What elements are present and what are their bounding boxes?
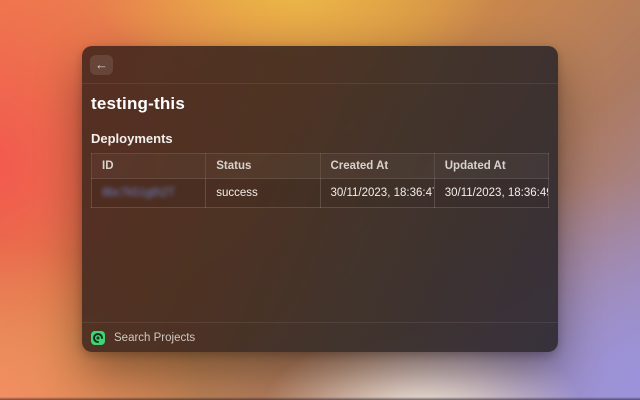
column-header-status: Status [206,154,320,179]
deployment-status-cell: success [206,179,320,208]
back-arrow-icon: ← [95,58,108,71]
deployment-id-cell: 8bc7k51gth2T [92,179,206,208]
window-footer: Search Projects [82,322,558,352]
green-spiral-app-icon [91,331,105,345]
page-title: testing-this [91,94,549,114]
deployment-created-at-cell: 30/11/2023, 18:36:47 [320,179,434,208]
deployment-updated-at-cell: 30/11/2023, 18:36:49 [434,179,548,208]
window-body: testing-this Deployments ID Status Creat… [82,84,558,322]
deployments-table: ID Status Created At Updated At 8bc7k51g… [91,153,549,208]
window-header: ← [82,46,558,84]
column-header-created-at: Created At [320,154,434,179]
column-header-updated-at: Updated At [434,154,548,179]
desktop-wallpaper: ← testing-this Deployments ID Status Cre… [0,0,640,400]
deployment-id-link[interactable]: 8bc7k51gth2T [102,187,175,199]
section-heading-deployments: Deployments [91,131,549,146]
footer-command-label: Search Projects [114,332,195,344]
table-row[interactable]: 8bc7k51gth2T success 30/11/2023, 18:36:4… [92,179,549,208]
back-button[interactable]: ← [90,55,113,75]
column-header-id: ID [92,154,206,179]
table-header-row: ID Status Created At Updated At [92,154,549,179]
launcher-window: ← testing-this Deployments ID Status Cre… [82,46,558,352]
